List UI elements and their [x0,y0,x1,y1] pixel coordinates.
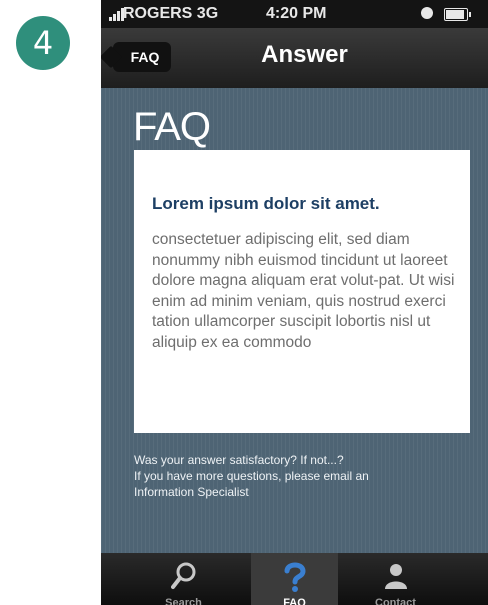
navigation-bar: FAQ Answer [101,28,488,88]
phone-screen: ROGERS 3G 4:20 PM FAQ Answer FAQ Lorem i… [101,0,488,605]
faq-heading: FAQ [133,105,211,149]
status-time: 4:20 PM [266,5,327,22]
tab-contact[interactable]: Contact [352,553,439,605]
answer-title: Lorem ipsum dolor sit amet. [152,194,380,213]
tab-search-label: Search [165,597,202,605]
footer-note-line: Information Specialist [134,485,249,499]
footer-note-line: Was your answer satisfactory? If not...? [134,453,344,467]
tab-bar: Search FAQ Contact [101,553,488,605]
step-number-badge: 4 [16,16,70,70]
tab-search[interactable]: Search [140,553,227,605]
alarm-icon [421,7,433,19]
battery-icon [444,8,471,21]
person-icon [384,564,407,589]
search-icon [170,562,195,589]
answer-body: consectetuer adipiscing elit, sed diam n… [152,231,455,351]
carrier-name: ROGERS 3G [123,5,219,22]
question-icon [284,562,306,592]
page-title: Answer [261,41,348,68]
footer-note: Was your answer satisfactory? If not...?… [134,452,434,500]
tab-faq-label: FAQ [283,597,306,605]
status-bar: ROGERS 3G 4:20 PM [101,0,488,28]
tab-faq[interactable]: FAQ [251,553,338,605]
footer-note-line: If you have more questions, please email… [134,469,369,483]
answer-card: Lorem ipsum dolor sit amet. consectetuer… [134,150,470,433]
tab-contact-label: Contact [375,597,416,605]
